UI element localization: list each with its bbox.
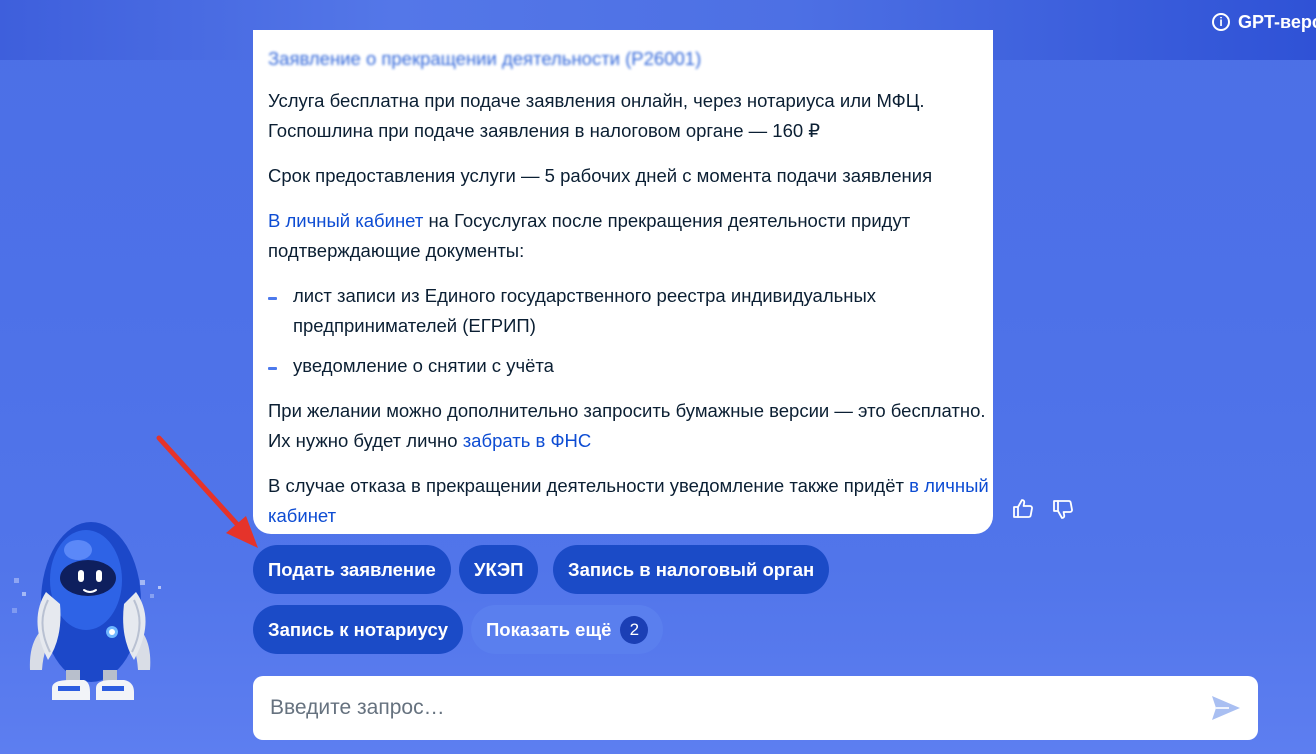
query-input[interactable] [268, 695, 1209, 721]
term-paragraph: Срок предоставления услуги — 5 рабочих д… [268, 165, 933, 186]
list-item: уведомление о снятии с учёта [268, 351, 993, 381]
thumbs-down-icon[interactable] [1050, 494, 1076, 524]
paper-paragraph: При желании можно дополнительно запросит… [268, 396, 993, 456]
send-icon[interactable] [1209, 691, 1243, 725]
robot-assistant-icon [12, 522, 161, 700]
assistant-message: Заявление о прекращении деятельности (Р2… [253, 30, 993, 534]
show-more-chip[interactable]: Показать ещё 2 [471, 605, 664, 654]
gpt-version-button[interactable]: i GPT-версия [1212, 10, 1316, 34]
tax-office-appointment-chip[interactable]: Запись в налоговый орган [553, 545, 830, 594]
documents-list: лист записи из Единого государственного … [268, 281, 993, 381]
submit-application-chip[interactable]: Подать заявление [253, 545, 451, 594]
gpt-version-label: GPT-версия [1238, 11, 1316, 32]
thumbs-up-icon[interactable] [1010, 494, 1036, 524]
feedback-buttons [1010, 494, 1076, 524]
ukep-chip[interactable]: УКЭП [459, 545, 539, 594]
bullet-dash [268, 367, 277, 370]
show-more-count-badge: 2 [620, 615, 649, 644]
info-icon: i [1212, 13, 1230, 31]
cut-off-text: Заявление о прекращении деятельности (Р2… [268, 48, 702, 69]
fns-pickup-link[interactable]: забрать в ФНС [463, 430, 592, 451]
personal-cabinet-link[interactable]: В личный кабинет [268, 210, 423, 231]
refusal-text: В случае отказа в прекращении деятельнос… [268, 475, 910, 496]
refusal-paragraph: В случае отказа в прекращении деятельнос… [268, 471, 993, 531]
paper-text: При желании можно дополнительно запросит… [268, 400, 986, 451]
document-text: лист записи из Единого государственного … [293, 285, 877, 336]
fee-paragraph: Услуга бесплатна при подаче заявления он… [268, 90, 925, 141]
notary-appointment-chip[interactable]: Запись к нотариусу [253, 605, 464, 654]
cabinet-paragraph: В личный кабинет на Госуслугах после пре… [268, 206, 993, 266]
list-item: лист записи из Единого государственного … [268, 281, 993, 341]
document-text: уведомление о снятии с учёта [293, 355, 554, 376]
bullet-dash [268, 297, 277, 300]
show-more-label: Показать ещё [486, 618, 612, 640]
query-input-container [253, 676, 1258, 740]
